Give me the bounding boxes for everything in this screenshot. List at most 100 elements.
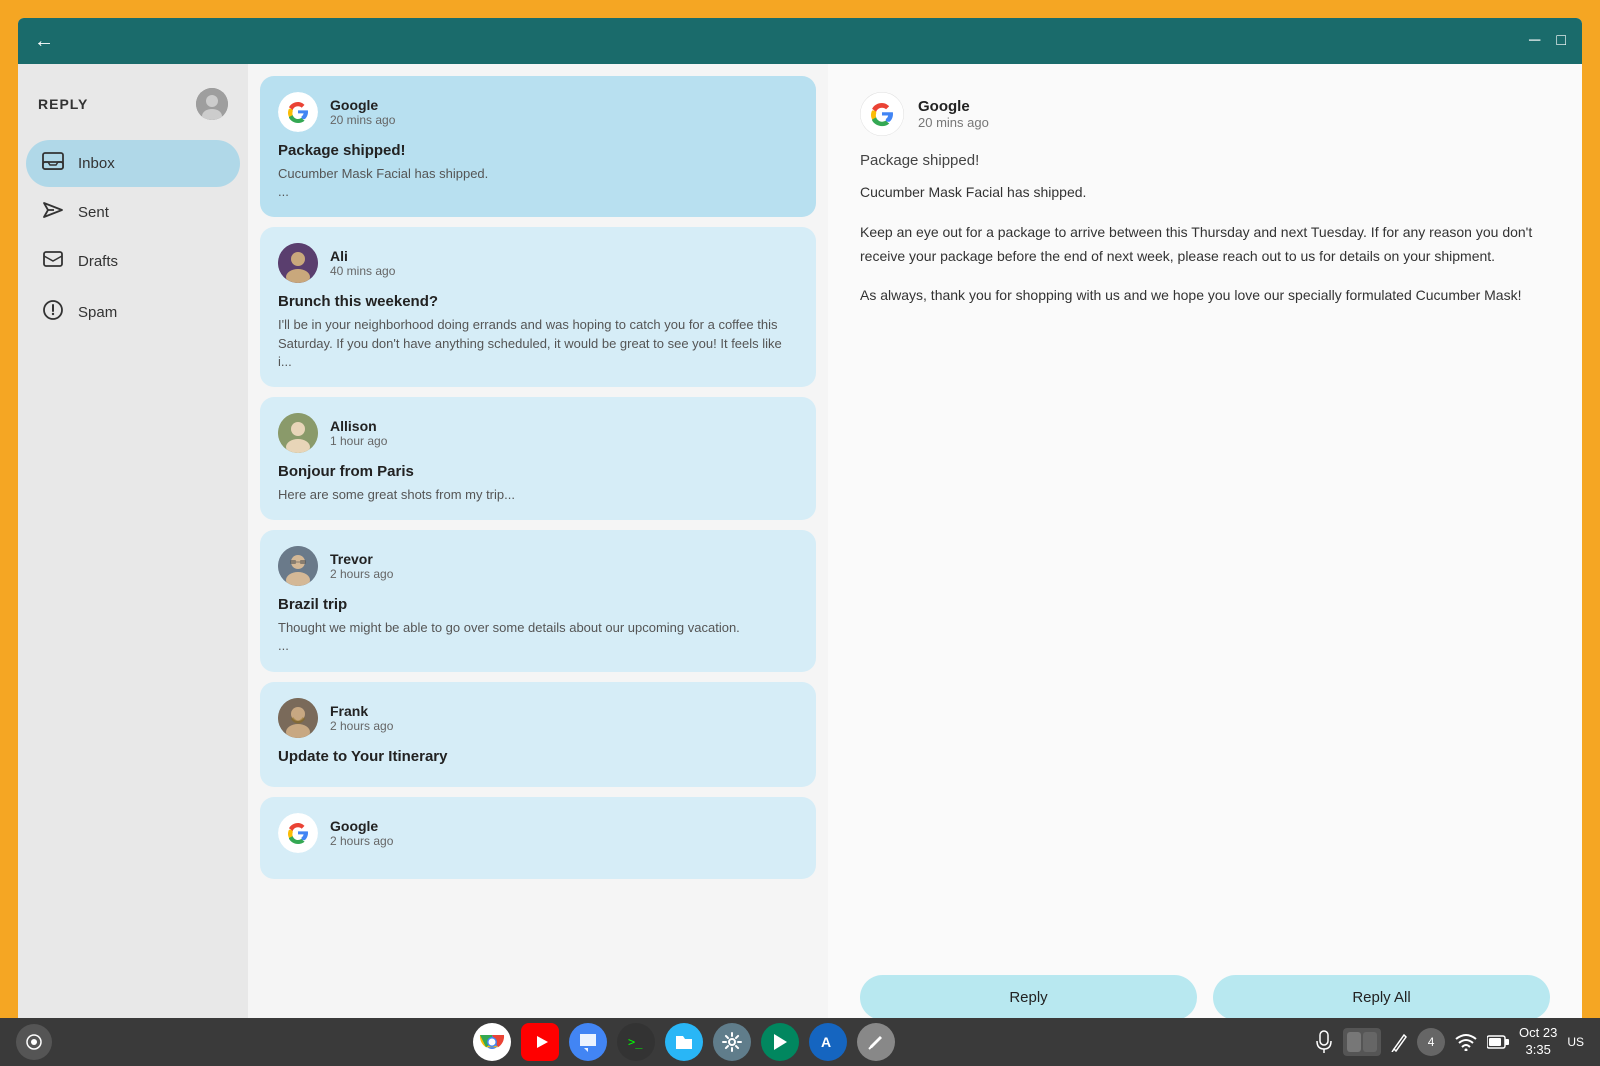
email-sender-5: Frank (330, 703, 798, 719)
email-preview-2: I'll be in your neighborhood doing erran… (278, 316, 798, 371)
email-sender-1: Google (330, 97, 798, 113)
sidebar-nav: Inbox Sent (18, 136, 248, 342)
camera-indicator[interactable] (16, 1024, 52, 1060)
inbox-icon (42, 152, 64, 175)
email-preview-3: Here are some great shots from my trip..… (278, 486, 798, 504)
taskbar-apps: >_ A (473, 1023, 895, 1061)
email-subject-5: Update to Your Itinerary (278, 748, 798, 765)
svg-text:>_: >_ (628, 1035, 643, 1049)
email-sender-3: Allison (330, 418, 798, 434)
email-header-3: Allison 1 hour ago (278, 413, 798, 453)
taskbar-date-label: Oct 23 (1519, 1025, 1557, 1042)
titlebar: ← ─ □ (18, 18, 1582, 64)
email-list: Google 20 mins ago Package shipped! Cucu… (248, 64, 828, 1048)
email-time-6: 2 hours ago (330, 834, 798, 848)
email-meta-6: Google 2 hours ago (330, 818, 798, 848)
spam-label: Spam (78, 304, 117, 321)
detail-header: Google 20 mins ago (860, 92, 1550, 136)
email-detail: Google 20 mins ago Package shipped! Cucu… (828, 64, 1582, 1048)
email-item-2[interactable]: Ali 40 mins ago Brunch this weekend? I'l… (260, 227, 816, 387)
email-time-5: 2 hours ago (330, 719, 798, 733)
battery-icon[interactable] (1487, 1035, 1509, 1049)
sidebar-title: REPLY (38, 96, 88, 112)
email-preview-1: Cucumber Mask Facial has shipped. (278, 165, 798, 183)
sidebar-item-inbox[interactable]: Inbox (26, 140, 240, 187)
sidebar-header: REPLY (18, 72, 248, 136)
detail-actions: Reply Reply All (860, 975, 1550, 1020)
taskbar-time: 3:35 (1519, 1042, 1557, 1059)
email-avatar-6 (278, 813, 318, 853)
wifi-icon[interactable] (1455, 1033, 1477, 1051)
taskbar: >_ A (0, 1018, 1600, 1066)
drafts-label: Drafts (78, 253, 118, 270)
email-subject-2: Brunch this weekend? (278, 293, 798, 310)
email-meta-2: Ali 40 mins ago (330, 248, 798, 278)
detail-sender-info: Google 20 mins ago (918, 98, 989, 130)
reply-all-button[interactable]: Reply All (1213, 975, 1550, 1020)
pencil-app-icon[interactable] (857, 1023, 895, 1061)
email-meta-1: Google 20 mins ago (330, 97, 798, 127)
stylus-toggle-icon[interactable] (1343, 1028, 1381, 1056)
email-sender-2: Ali (330, 248, 798, 264)
taskbar-left (16, 1024, 52, 1060)
notification-count: 4 (1428, 1035, 1435, 1049)
terminal-app-icon[interactable]: >_ (617, 1023, 655, 1061)
email-avatar-1 (278, 92, 318, 132)
maximize-button[interactable]: □ (1556, 32, 1566, 50)
detail-sender-name: Google (918, 98, 989, 115)
detail-subject: Package shipped! (860, 152, 1550, 169)
email-sender-4: Trevor (330, 551, 798, 567)
email-item-1[interactable]: Google 20 mins ago Package shipped! Cucu… (260, 76, 816, 217)
taskbar-date: Oct 23 3:35 (1519, 1025, 1557, 1059)
sidebar: REPLY (18, 64, 248, 1048)
taskbar-right: 4 Oct 23 3:35 US (1315, 1025, 1584, 1059)
email-preview-4: Thought we might be able to go over some… (278, 619, 798, 637)
sidebar-item-drafts[interactable]: Drafts (26, 238, 240, 285)
email-item-4[interactable]: Trevor 2 hours ago Brazil trip Thought w… (260, 530, 816, 671)
email-time-4: 2 hours ago (330, 567, 798, 581)
sent-icon (42, 201, 64, 224)
email-avatar-2 (278, 243, 318, 283)
email-preview-dots-1: ... (278, 183, 798, 201)
email-meta-5: Frank 2 hours ago (330, 703, 798, 733)
drafts-icon (42, 250, 64, 273)
email-time-3: 1 hour ago (330, 434, 798, 448)
detail-body: Cucumber Mask Facial has shipped. Keep a… (860, 181, 1550, 951)
files-app-icon[interactable] (665, 1023, 703, 1061)
email-subject-3: Bonjour from Paris (278, 463, 798, 480)
mic-icon[interactable] (1315, 1030, 1333, 1054)
email-subject-1: Package shipped! (278, 142, 798, 159)
email-avatar-4 (278, 546, 318, 586)
messages-app-icon[interactable] (569, 1023, 607, 1061)
reply-button[interactable]: Reply (860, 975, 1197, 1020)
app-store-icon[interactable]: A (809, 1023, 847, 1061)
email-sender-6: Google (330, 818, 798, 834)
chrome-app-icon[interactable] (473, 1023, 511, 1061)
minimize-button[interactable]: ─ (1529, 32, 1540, 50)
user-avatar[interactable] (196, 88, 228, 120)
email-item-6[interactable]: Google 2 hours ago (260, 797, 816, 879)
email-item-3[interactable]: Allison 1 hour ago Bonjour from Paris He… (260, 397, 816, 520)
email-preview-dots-4: ... (278, 637, 798, 655)
play-store-app-icon[interactable] (761, 1023, 799, 1061)
back-button[interactable]: ← (34, 30, 54, 53)
sidebar-item-sent[interactable]: Sent (26, 189, 240, 236)
ali-avatar-img (278, 243, 318, 283)
detail-body-line3: As always, thank you for shopping with u… (860, 284, 1550, 308)
email-header-6: Google 2 hours ago (278, 813, 798, 853)
email-header-2: Ali 40 mins ago (278, 243, 798, 283)
detail-body-line1: Cucumber Mask Facial has shipped. (860, 181, 1550, 205)
email-meta-4: Trevor 2 hours ago (330, 551, 798, 581)
sidebar-item-spam[interactable]: Spam (26, 287, 240, 338)
detail-body-line2: Keep an eye out for a package to arrive … (860, 221, 1550, 269)
pen-icon[interactable] (1391, 1032, 1407, 1052)
notification-badge[interactable]: 4 (1417, 1028, 1445, 1056)
youtube-app-icon[interactable] (521, 1023, 559, 1061)
settings-app-icon[interactable] (713, 1023, 751, 1061)
email-item-5[interactable]: Frank 2 hours ago Update to Your Itinera… (260, 682, 816, 787)
inbox-label: Inbox (78, 155, 115, 172)
app-body: REPLY (18, 64, 1582, 1048)
email-meta-3: Allison 1 hour ago (330, 418, 798, 448)
sent-label: Sent (78, 204, 109, 221)
email-header-4: Trevor 2 hours ago (278, 546, 798, 586)
